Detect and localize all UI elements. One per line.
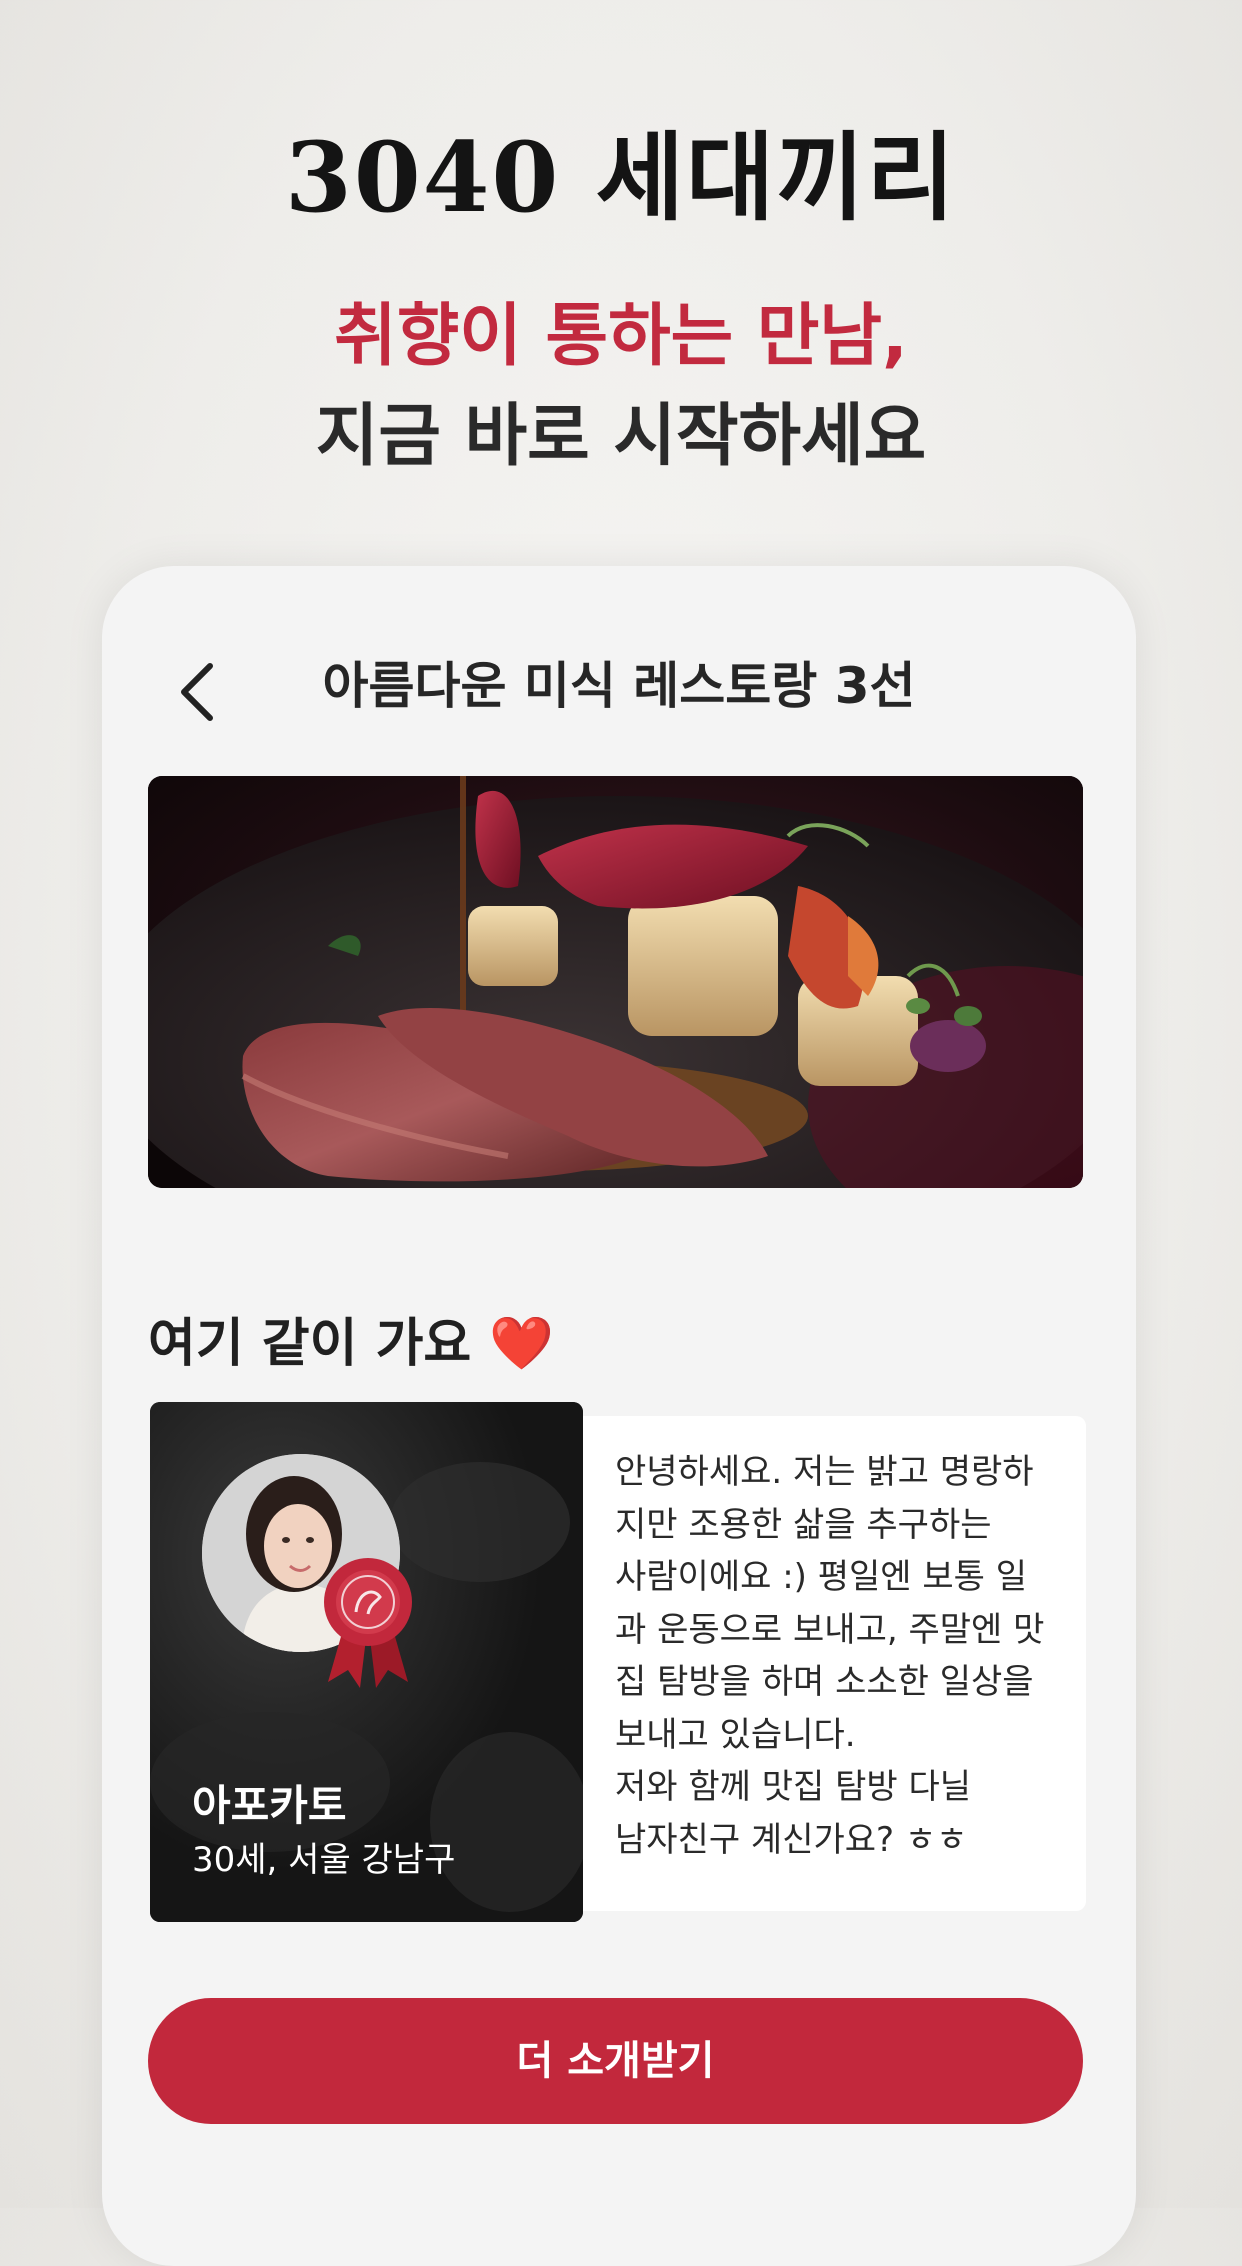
chevron-left-icon: [181, 663, 213, 721]
profile-bio: 안녕하세요. 저는 밝고 명랑하 지만 조용한 삶을 추구하는 사람이에요 :)…: [615, 1452, 1045, 1860]
wax-seal-ribbon-icon: [324, 1558, 412, 1688]
profile-age-location: 30세, 서울 강남구: [192, 1840, 456, 1880]
profile-bio-box: 안녕하세요. 저는 밝고 명랑하 지만 조용한 삶을 추구하는 사람이에요 :)…: [583, 1416, 1086, 1911]
restaurant-dish-image: [148, 776, 1083, 1188]
back-button[interactable]: [172, 652, 222, 732]
nav-title: 아름다운 미식 레스토랑 3선: [322, 657, 916, 715]
more-introductions-button[interactable]: 더 소개받기: [148, 1998, 1083, 2124]
section-title: 여기 같이 가요 ❤️: [148, 1314, 555, 1374]
hero-subtitle-highlight: 취향이 통하는 만남,: [334, 297, 908, 376]
profile-name: 아포카토: [192, 1781, 347, 1830]
hero-title: 3040 세대끼리: [285, 121, 957, 234]
phone-screen-card: 아름다운 미식 레스토랑 3선 여기 같이 가요 ❤️ 아포카토 30세, 서울…: [102, 566, 1136, 2266]
hero-subtitle: 지금 바로 시작하세요: [315, 397, 927, 476]
profile-card[interactable]: 아포카토 30세, 서울 강남구: [150, 1402, 583, 1922]
